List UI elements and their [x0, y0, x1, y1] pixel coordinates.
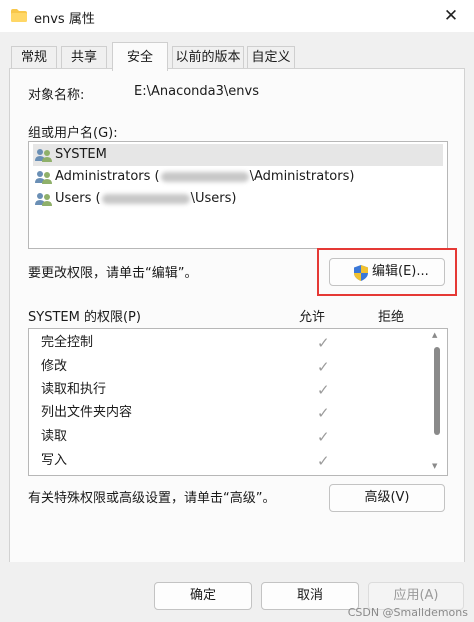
allow-check-icon: ✓: [317, 381, 330, 399]
allow-check-icon: ✓: [317, 452, 330, 470]
ok-button[interactable]: 确定: [154, 582, 252, 610]
tab-strip: 常规 共享 安全 以前的版本 自定义: [0, 32, 474, 71]
tab-general[interactable]: 常规: [11, 46, 57, 69]
permission-name: 修改: [41, 359, 68, 374]
tab-security[interactable]: 安全: [112, 42, 168, 71]
scroll-down-icon[interactable]: ▼: [432, 462, 437, 470]
permission-row: 读取和执行 ✓: [41, 379, 421, 401]
folder-icon: [11, 9, 27, 22]
permission-row: 修改 ✓: [41, 356, 421, 378]
permission-row: 读取 ✓: [41, 426, 421, 448]
permission-row: 列出文件夹内容 ✓: [41, 402, 421, 424]
permissions-label: SYSTEM 的权限(P): [28, 310, 141, 325]
group-item-administrators[interactable]: Administrators ( \Administrators): [33, 166, 443, 188]
highlight-box: [317, 248, 457, 296]
user-group-icon: [35, 149, 52, 162]
group-item-label: SYSTEM: [55, 147, 107, 162]
advanced-button[interactable]: 高级(V): [329, 484, 445, 512]
allow-check-icon: ✓: [317, 358, 330, 376]
groups-label: 组或用户名(G):: [28, 126, 118, 141]
user-group-icon: [35, 193, 52, 206]
permission-name: 完全控制: [41, 335, 94, 350]
permission-name: 读取和执行: [41, 382, 107, 397]
permissions-list[interactable]: 完全控制 ✓ 修改 ✓ 读取和执行 ✓ 列出文件夹内容 ✓ 读取 ✓ 写入 ✓: [28, 328, 448, 476]
permission-name: 读取: [41, 429, 68, 444]
scrollbar-thumb[interactable]: [434, 347, 440, 435]
group-item-users[interactable]: Users ( \Users): [33, 188, 443, 210]
redacted-machine-name: [160, 171, 249, 182]
tab-customize[interactable]: 自定义: [247, 46, 295, 69]
close-button[interactable]: ✕: [428, 0, 474, 32]
group-item-label: Users (: [55, 191, 101, 206]
permission-name: 列出文件夹内容: [41, 405, 133, 420]
permission-name: 写入: [41, 453, 68, 468]
scroll-up-icon[interactable]: ▲: [432, 331, 437, 339]
cancel-button[interactable]: 取消: [261, 582, 359, 610]
group-item-suffix: \Users): [190, 191, 237, 206]
redacted-machine-name: [101, 193, 190, 204]
allow-header: 允许: [299, 310, 326, 325]
close-icon: ✕: [443, 6, 459, 26]
allow-check-icon: ✓: [317, 428, 330, 446]
title-bar: envs 属性 ✕: [0, 0, 474, 32]
tab-previous-versions[interactable]: 以前的版本: [172, 46, 244, 69]
user-group-icon: [35, 171, 52, 184]
group-item-label: Administrators (: [55, 169, 160, 184]
object-name-value: E:\Anaconda3\envs: [134, 84, 259, 99]
group-item-suffix: \Administrators): [249, 169, 355, 184]
window-title: envs 属性: [34, 12, 95, 27]
permission-row: 写入 ✓: [41, 450, 421, 472]
object-name-label: 对象名称:: [28, 88, 85, 103]
permission-row: 完全控制 ✓: [41, 332, 421, 354]
allow-check-icon: ✓: [317, 334, 330, 352]
tab-sharing[interactable]: 共享: [61, 46, 107, 69]
edit-hint: 要更改权限，请单击“编辑”。: [28, 266, 198, 281]
allow-check-icon: ✓: [317, 404, 330, 422]
deny-header: 拒绝: [378, 310, 405, 325]
group-item-system[interactable]: SYSTEM: [33, 144, 443, 166]
advanced-hint: 有关特殊权限或高级设置，请单击“高级”。: [28, 491, 276, 506]
groups-list[interactable]: SYSTEM Administrators (\Administrators) …: [28, 141, 448, 249]
watermark: CSDN @Smalldemons: [347, 606, 468, 619]
